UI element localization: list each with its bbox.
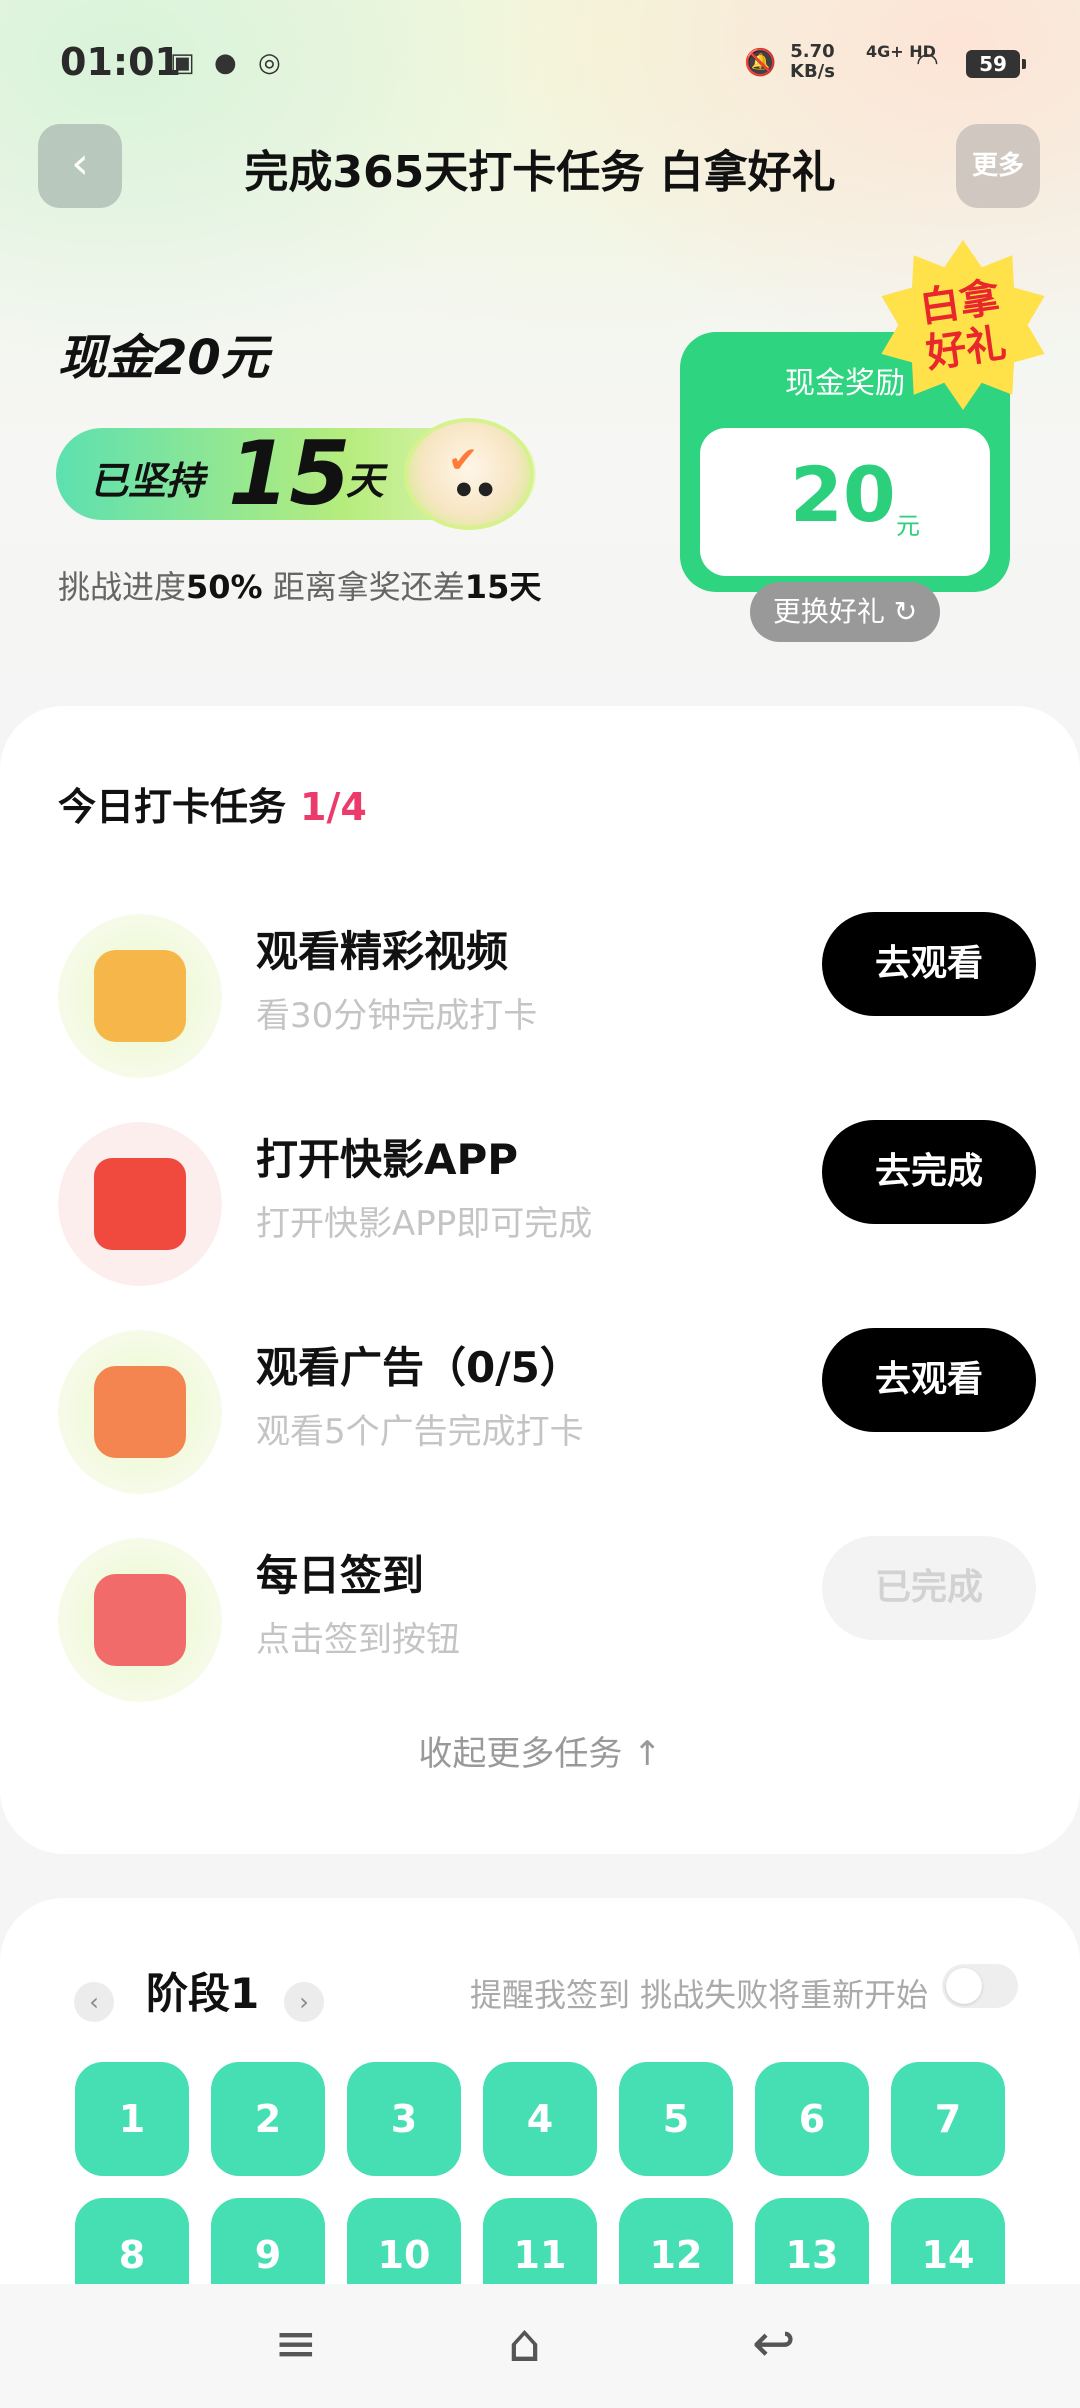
day-cell[interactable]: 1 bbox=[75, 2062, 189, 2176]
daily-tasks-card: 今日打卡任务 1/4 观看精彩视频 看30分钟完成打卡 去观看 打开快影APP 打… bbox=[0, 706, 1080, 1854]
network-speed: 5.70 KB/s bbox=[790, 42, 835, 82]
checkin-done-button[interactable]: 已完成 bbox=[822, 1536, 1036, 1640]
speed-value: 5.70 bbox=[790, 41, 835, 62]
task-description: 点击签到按钮 bbox=[256, 1620, 460, 1660]
next-stage-button[interactable]: › bbox=[284, 1982, 324, 2022]
task-row: 观看广告（0/5） 观看5个广告完成打卡 去观看 bbox=[0, 1320, 1080, 1494]
task-description: 打开快影APP即可完成 bbox=[256, 1204, 593, 1244]
task-name: 观看广告（0/5） bbox=[256, 1343, 582, 1392]
back-nav-icon[interactable]: ↩ bbox=[752, 2314, 796, 2374]
mascot-icon: ✔ ●● bbox=[404, 418, 534, 530]
watch-video-button[interactable]: 去观看 bbox=[822, 912, 1036, 1016]
day-cell[interactable]: 7 bbox=[891, 2062, 1005, 2176]
progress-remaining: 15天 bbox=[464, 568, 542, 606]
calendar-glyph bbox=[94, 1574, 186, 1666]
tasks-heading: 今日打卡任务 1/4 bbox=[58, 776, 367, 831]
open-app-button[interactable]: 去完成 bbox=[822, 1120, 1036, 1224]
camera-icon bbox=[58, 1122, 222, 1286]
task-row: 打开快影APP 打开快影APP即可完成 去完成 bbox=[0, 1112, 1080, 1286]
day-cell[interactable]: 3 bbox=[347, 2062, 461, 2176]
tv-icon: ▣ bbox=[170, 48, 195, 78]
mascot-eyes: ●● bbox=[456, 478, 500, 499]
cash-title: 现金20元 bbox=[58, 330, 269, 386]
more-button[interactable]: 更多 bbox=[956, 124, 1040, 208]
video-icon bbox=[58, 914, 222, 1078]
progress-mid: 距离拿奖还差 bbox=[262, 568, 465, 606]
collapse-tasks-link[interactable]: 收起更多任务 ↑ bbox=[0, 1726, 1080, 1775]
tasks-heading-label: 今日打卡任务 bbox=[58, 785, 287, 829]
watch-ad-button[interactable]: 去观看 bbox=[822, 1328, 1036, 1432]
home-icon[interactable]: ⌂ bbox=[508, 2314, 541, 2374]
day-cell[interactable]: 2 bbox=[211, 2062, 325, 2176]
mute-icon: 🔕 bbox=[744, 48, 777, 78]
task-row: 每日签到 点击签到按钮 已完成 bbox=[0, 1528, 1080, 1702]
status-bar: 01:01 ▣ ● ◎ 🔕 5.70 KB/s 4G+ HD ◠ 59 bbox=[0, 0, 1080, 128]
system-nav-bar: ≡ ⌂ ↩ bbox=[0, 2284, 1080, 2408]
reward-unit: 元 bbox=[896, 512, 920, 540]
status-time: 01:01 bbox=[60, 40, 181, 84]
calendar-icon bbox=[58, 1538, 222, 1702]
back-button[interactable]: ‹ bbox=[38, 124, 122, 208]
day-cell[interactable]: 6 bbox=[755, 2062, 869, 2176]
gift-badge: 白拿好礼 bbox=[878, 240, 1048, 410]
day-cell[interactable]: 4 bbox=[483, 2062, 597, 2176]
task-name: 打开快影APP bbox=[256, 1135, 519, 1184]
speed-unit: KB/s bbox=[790, 61, 835, 82]
streak-prefix: 已坚持 bbox=[90, 459, 205, 503]
streak-suffix: 天 bbox=[346, 459, 385, 503]
remind-text: 提醒我签到 挑战失败将重新开始 bbox=[470, 1976, 929, 2014]
reward-amount: 20 bbox=[790, 450, 896, 539]
task-name: 每日签到 bbox=[256, 1551, 425, 1600]
battery-icon: 59 bbox=[966, 50, 1026, 78]
stage-title: 阶段1 bbox=[146, 1969, 260, 2018]
video-glyph bbox=[94, 950, 186, 1042]
reward-amount-box: 20 元 bbox=[700, 428, 990, 576]
ad-icon bbox=[58, 1330, 222, 1494]
badge-text: 白拿好礼 bbox=[916, 274, 1010, 378]
progress-prefix: 挑战进度 bbox=[58, 568, 187, 606]
check-icon: ✔ bbox=[448, 440, 479, 481]
progress-percent: 50% bbox=[186, 568, 263, 606]
day-cell[interactable]: 5 bbox=[619, 2062, 733, 2176]
swap-gift-button[interactable]: 更换好礼 ↻ bbox=[750, 582, 940, 642]
wechat-icon: ◎ bbox=[258, 48, 281, 78]
menu-icon[interactable]: ≡ bbox=[274, 2314, 318, 2374]
page-title: 完成365天打卡任务 白拿好礼 bbox=[244, 147, 836, 198]
task-row: 观看精彩视频 看30分钟完成打卡 去观看 bbox=[0, 904, 1080, 1078]
task-description: 观看5个广告完成打卡 bbox=[256, 1412, 584, 1452]
camera-glyph bbox=[94, 1158, 186, 1250]
qq-icon: ● bbox=[214, 48, 237, 78]
task-name: 观看精彩视频 bbox=[256, 927, 509, 976]
ad-glyph bbox=[94, 1366, 186, 1458]
remind-toggle[interactable] bbox=[942, 1964, 1018, 2008]
tasks-count: 1/4 bbox=[300, 785, 367, 829]
progress-text: 挑战进度50% 距离拿奖还差15天 bbox=[58, 562, 541, 608]
prev-stage-button[interactable]: ‹ bbox=[74, 1982, 114, 2022]
streak-days: 15 bbox=[228, 422, 351, 525]
task-description: 看30分钟完成打卡 bbox=[256, 996, 538, 1036]
wifi-icon: ◠ bbox=[916, 48, 939, 78]
